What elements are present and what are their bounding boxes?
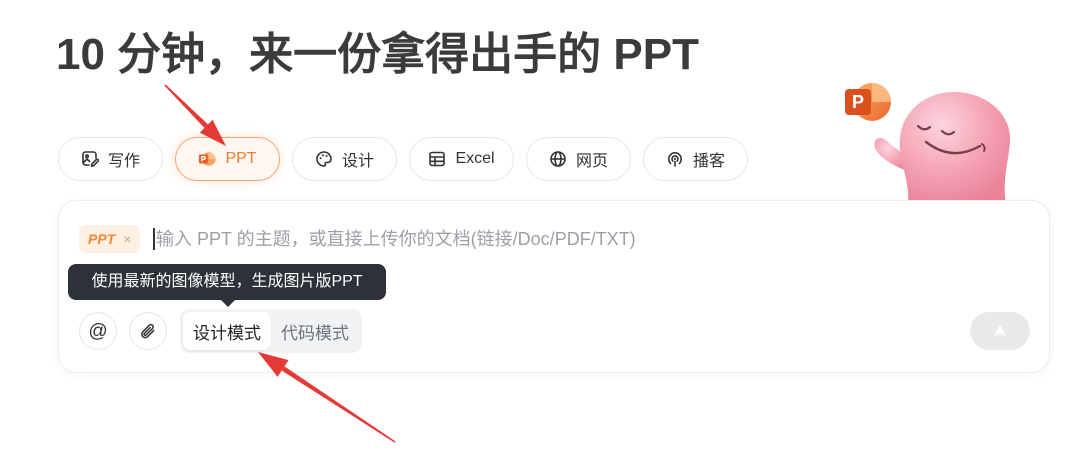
tab-label: 网页 [575, 153, 608, 170]
table-icon [429, 151, 446, 167]
image-edit-icon [82, 151, 99, 167]
send-button[interactable] [970, 312, 1030, 350]
tab-ppt[interactable]: PPT [175, 137, 280, 181]
tag-remove-button[interactable]: × [123, 231, 131, 247]
mention-button[interactable]: @ [79, 312, 117, 350]
tooltip-text: 使用最新的图像模型，生成图片版PPT [91, 273, 363, 290]
tag-label: PPT [88, 231, 116, 247]
page: 10 分钟，来一份拿得出手的 PPT P 写作 PPT 设计 Excel 网页 … [0, 0, 1080, 461]
mode-tabs: 写作 PPT 设计 Excel 网页 播客 [58, 137, 748, 181]
design-mode-button[interactable]: 设计模式 [183, 312, 271, 350]
send-arrow-icon [994, 324, 1006, 337]
design-mode-tooltip: 使用最新的图像模型，生成图片版PPT [68, 264, 386, 300]
tab-design[interactable]: 设计 [292, 137, 397, 181]
composer-card: PPT × 使用最新的图像模型，生成图片版PPT @ 设计模式 代码模式 [58, 200, 1050, 373]
text-caret [153, 228, 155, 250]
page-title: 10 分钟，来一份拿得出手的 PPT [56, 30, 699, 79]
code-mode-button[interactable]: 代码模式 [271, 312, 359, 350]
tab-webpage[interactable]: 网页 [526, 137, 631, 181]
tab-label: PPT [225, 150, 257, 167]
tooltip-pointer [221, 300, 235, 307]
ppt-icon [199, 152, 216, 166]
topic-input[interactable] [156, 224, 1016, 254]
tab-podcast[interactable]: 播客 [643, 137, 748, 181]
tab-writing[interactable]: 写作 [58, 137, 163, 181]
tab-label: 写作 [107, 153, 140, 170]
generation-mode-switch: 设计模式 代码模式 [180, 309, 362, 353]
mascot-illustration: P [845, 83, 1011, 204]
globe-icon [550, 151, 566, 167]
tab-label: Excel [455, 150, 495, 167]
palette-icon [316, 151, 332, 167]
attach-button[interactable] [129, 312, 167, 350]
tab-label: 播客 [692, 153, 725, 170]
tab-label: 设计 [341, 153, 374, 170]
at-icon: @ [88, 320, 108, 342]
ppt-badge-icon: P [845, 83, 891, 121]
mascot-body [874, 92, 1011, 204]
podcast-icon [668, 152, 682, 167]
paperclip-icon [140, 323, 154, 338]
ppt-tag: PPT × [79, 225, 141, 253]
badge-letter: P [852, 92, 864, 112]
tab-excel[interactable]: Excel [409, 137, 514, 181]
